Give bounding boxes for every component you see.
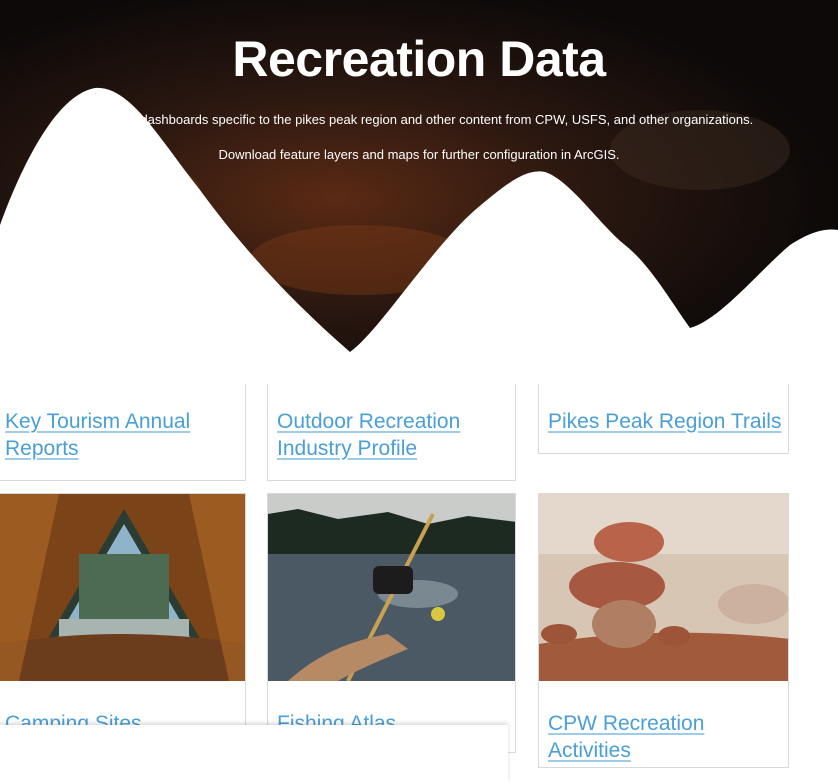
card-link-key-tourism[interactable]: Key Tourism Annual Reports xyxy=(5,408,225,462)
card-fishing-atlas[interactable]: Fishing Atlas xyxy=(267,493,516,753)
rock-cairn-image xyxy=(539,494,788,681)
popup-overlay-panel xyxy=(0,725,508,783)
camping-tent-image xyxy=(0,494,245,681)
hero-banner: Recreation Data Explore dashboards speci… xyxy=(0,0,838,360)
fishing-image xyxy=(268,494,515,681)
card-cpw-recreation[interactable]: CPW Recreation Activities xyxy=(538,493,789,768)
mountain-silhouette xyxy=(0,87,838,360)
hero-subtitle-line1: Explore dashboards specific to the pikes… xyxy=(92,112,754,127)
card-link-cpw-recreation[interactable]: CPW Recreation Activities xyxy=(548,710,778,764)
card-pikes-peak-trails[interactable]: Pikes Peak Region Trails xyxy=(538,384,789,454)
card-outdoor-recreation[interactable]: Outdoor Recreation Industry Profile xyxy=(267,384,516,481)
card-link-outdoor-recreation[interactable]: Outdoor Recreation Industry Profile xyxy=(277,408,497,462)
card-camping-sites[interactable]: Camping Sites xyxy=(0,493,246,753)
card-link-pikes-peak-trails[interactable]: Pikes Peak Region Trails xyxy=(548,408,788,435)
hero-subtitle-line2: Download feature layers and maps for fur… xyxy=(218,147,620,162)
card-key-tourism[interactable]: Key Tourism Annual Reports xyxy=(0,384,246,481)
